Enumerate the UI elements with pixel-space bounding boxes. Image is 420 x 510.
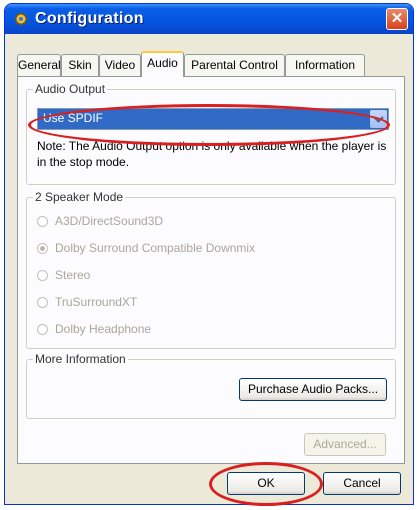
radio-button[interactable]	[37, 297, 48, 308]
app-gear-icon	[13, 11, 29, 27]
radio-label: TruSurroundXT	[55, 295, 138, 309]
window-title: Configuration	[35, 10, 144, 27]
purchase-audio-packs-button[interactable]: Purchase Audio Packs...	[239, 378, 387, 401]
radio-label: Dolby Surround Compatible Downmix	[55, 241, 256, 255]
tab-parental-control[interactable]: Parental Control	[184, 54, 285, 76]
close-button[interactable]: ✕	[386, 8, 408, 30]
radio-label: Stereo	[55, 268, 91, 282]
advanced-button[interactable]: Advanced...	[304, 433, 386, 456]
chevron-down-icon[interactable]	[370, 110, 387, 128]
audio-tab-panel: Audio Output Use SPDIF Note: The Audio O…	[17, 76, 405, 464]
tab-video[interactable]: Video	[99, 54, 141, 76]
ok-button[interactable]: OK	[227, 472, 305, 495]
audio-output-value: Use SPDIF	[43, 111, 104, 125]
cancel-button[interactable]: Cancel	[323, 472, 401, 495]
tab-skin[interactable]: Skin	[61, 54, 99, 76]
radio-label: Dolby Headphone	[55, 322, 152, 336]
audio-output-label: Audio Output	[33, 82, 108, 96]
tab-general[interactable]: General	[17, 54, 61, 76]
tab-audio[interactable]: Audio	[141, 51, 184, 77]
radio-button[interactable]	[37, 216, 48, 227]
tab-information[interactable]: Information	[285, 54, 365, 76]
radio-label: A3D/DirectSound3D	[55, 214, 164, 228]
configuration-window: Configuration ✕ General Skin Video Audio…	[4, 3, 414, 505]
title-bar[interactable]: Configuration ✕	[5, 4, 413, 34]
radio-button[interactable]	[37, 324, 48, 335]
audio-output-group: Audio Output Use SPDIF Note: The Audio O…	[26, 82, 396, 185]
tab-strip: General Skin Video Audio Parental Contro…	[17, 51, 407, 77]
radio-button-selected[interactable]	[37, 243, 48, 254]
speaker-mode-label: 2 Speaker Mode	[33, 190, 126, 204]
more-information-group: More Information Purchase Audio Packs...	[26, 352, 396, 419]
speaker-mode-group: 2 Speaker Mode A3D/DirectSound3D Dolby S…	[26, 190, 396, 349]
more-information-label: More Information	[33, 352, 128, 366]
audio-output-dropdown[interactable]: Use SPDIF	[37, 108, 389, 130]
radio-button[interactable]	[37, 270, 48, 281]
audio-output-note: Note: The Audio Output option is only av…	[37, 139, 387, 169]
